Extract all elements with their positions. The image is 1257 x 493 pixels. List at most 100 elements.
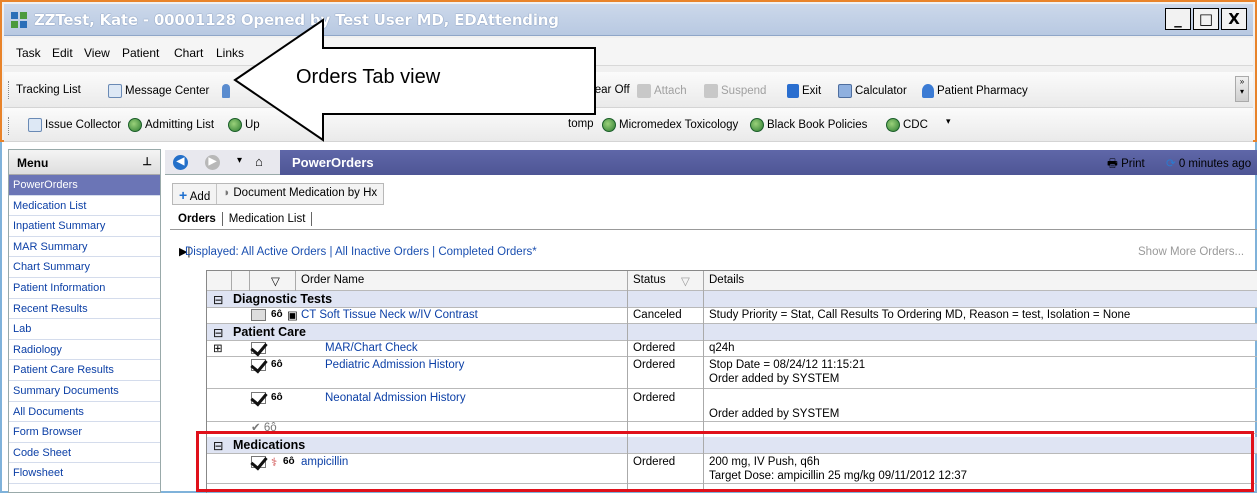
refresh-label: 0 minutes ago xyxy=(1178,158,1252,170)
sidebar-item-patient-information[interactable]: Patient Information xyxy=(9,278,160,299)
order-details-line2: Order added by SYSTEM xyxy=(709,408,840,420)
order-name[interactable]: Pediatric Admission History xyxy=(325,359,464,371)
table-row[interactable]: ⊞ MAR/Chart Check Ordered q24h xyxy=(207,341,1257,357)
collapse-icon[interactable]: ⊟ xyxy=(213,438,223,453)
menu-patient[interactable]: Patient xyxy=(122,46,159,60)
order-checkbox[interactable] xyxy=(251,456,266,471)
sidebar-item-summary-documents[interactable]: Summary Documents xyxy=(9,381,160,402)
tab-divider xyxy=(170,229,1257,230)
close-button[interactable]: X xyxy=(1221,8,1247,30)
order-details: Stop Date = 08/24/12 11:15:21 xyxy=(709,359,866,371)
patient-pharmacy-button[interactable]: Patient Pharmacy xyxy=(922,84,1028,98)
order-checkbox[interactable] xyxy=(251,309,266,324)
home-icon[interactable]: ⌂ xyxy=(255,154,263,169)
details-header[interactable]: Details xyxy=(709,274,744,286)
sidebar-item-patient-care-results[interactable]: Patient Care Results xyxy=(9,360,160,381)
forward-icon[interactable]: ▶ xyxy=(205,155,220,170)
toolbar-grip[interactable] xyxy=(8,81,11,99)
order-name[interactable]: MAR/Chart Check xyxy=(325,342,418,354)
message-center-button[interactable]: Message Center xyxy=(108,84,209,98)
cdc-button[interactable]: CDC xyxy=(886,118,928,132)
section-medications[interactable]: ⊟ Medications xyxy=(207,437,1257,454)
orders-tabs: Orders Medication List xyxy=(172,212,313,226)
order-status: Ordered xyxy=(633,392,676,404)
sidebar-item-flowsheet[interactable]: Flowsheet xyxy=(9,463,160,484)
tab-orders[interactable]: Orders xyxy=(172,212,223,226)
refresh-button[interactable]: ⟳ 0 minutes ago xyxy=(1166,156,1251,170)
collapse-icon[interactable]: ⊟ xyxy=(213,325,223,340)
plus-icon: + xyxy=(179,187,188,203)
toolbar-grip[interactable] xyxy=(8,117,11,135)
sidebar-item-all-documents[interactable]: All Documents xyxy=(9,402,160,423)
tab-medication-list[interactable]: Medication List xyxy=(223,212,313,226)
minimize-button[interactable]: _ xyxy=(1165,8,1191,30)
suspend-icon xyxy=(704,84,718,98)
attach-button[interactable]: Attach xyxy=(637,84,687,98)
sort-icon[interactable]: ▽ xyxy=(681,274,690,288)
table-row[interactable]: ⚕ 6ô ampicillin Ordered 200 mg, IV Push,… xyxy=(207,454,1257,484)
exit-button[interactable]: Exit xyxy=(787,84,821,98)
sidebar-item-radiology[interactable]: Radiology xyxy=(9,340,160,361)
toolbar-overflow-icon[interactable]: ▾ xyxy=(946,116,951,127)
expand-icon[interactable]: ⊞ xyxy=(213,341,223,355)
order-checkbox[interactable] xyxy=(251,392,266,407)
order-name-header[interactable]: Order Name xyxy=(301,274,364,286)
back-icon[interactable]: ◀ xyxy=(173,155,188,170)
black-book-button[interactable]: Black Book Policies xyxy=(750,118,867,132)
collapse-icon[interactable]: ⊟ xyxy=(213,292,223,307)
order-status: Ordered xyxy=(633,359,676,371)
menu-title: Menu xyxy=(17,156,49,170)
person-icon[interactable] xyxy=(222,84,230,98)
history-dropdown-icon[interactable]: ▾ xyxy=(237,155,242,166)
status-header[interactable]: Status xyxy=(633,274,666,286)
order-checkbox[interactable] xyxy=(251,342,266,357)
menu-chart[interactable]: Chart xyxy=(174,46,203,60)
table-row[interactable]: 6ô Pediatric Admission History Ordered S… xyxy=(207,357,1257,389)
suspend-label: Suspend xyxy=(721,85,767,97)
sidebar-item-recent-results[interactable]: Recent Results xyxy=(9,299,160,320)
document-medication-button[interactable]: ◗ Document Medication by Hx xyxy=(217,184,383,204)
glasses-icon: 6ô xyxy=(283,456,295,467)
print-button[interactable]: 🖶 Print xyxy=(1107,156,1145,175)
calculator-button[interactable]: Calculator xyxy=(838,84,907,98)
order-details: 200 mg, IV Push, q6h xyxy=(709,456,820,468)
order-checkbox[interactable] xyxy=(251,359,266,374)
table-row[interactable]: 6ô ▣ CT Soft Tissue Neck w/IV Contrast C… xyxy=(207,308,1257,324)
section-diagnostic-tests[interactable]: ⊟ Diagnostic Tests xyxy=(207,291,1257,308)
sidebar-item-mar-summary[interactable]: MAR Summary xyxy=(9,237,160,258)
message-icon xyxy=(108,84,122,98)
suspend-button[interactable]: Suspend xyxy=(704,84,766,98)
sidebar-item-powerorders[interactable]: PowerOrders xyxy=(9,175,160,196)
sidebar-item-code-sheet[interactable]: Code Sheet xyxy=(9,443,160,464)
sidebar-item-form-browser[interactable]: Form Browser xyxy=(9,422,160,443)
admitting-list-button[interactable]: Admitting List xyxy=(128,118,214,132)
displayed-filter-link[interactable]: Displayed: All Active Orders | All Inact… xyxy=(185,246,537,258)
order-name[interactable]: ampicillin xyxy=(301,456,348,468)
exit-label: Exit xyxy=(802,85,822,97)
order-name[interactable]: CT Soft Tissue Neck w/IV Contrast xyxy=(301,309,478,321)
micromedex-label: Micromedex Toxicology xyxy=(619,119,739,131)
sidebar-item-inpatient-summary[interactable]: Inpatient Summary xyxy=(9,216,160,237)
menu-task[interactable]: Task xyxy=(16,46,41,60)
sidebar-item-chart-summary[interactable]: Chart Summary xyxy=(9,257,160,278)
message-center-label: Message Center xyxy=(125,85,210,97)
filter-icon[interactable]: ▽ xyxy=(271,274,280,288)
show-more-orders-link[interactable]: Show More Orders... xyxy=(1138,246,1244,258)
section-patient-care[interactable]: ⊟ Patient Care xyxy=(207,324,1257,341)
sidebar-item-medication-list[interactable]: Medication List xyxy=(9,196,160,217)
issue-collector-button[interactable]: Issue Collector xyxy=(28,118,121,132)
menu-edit[interactable]: Edit xyxy=(52,46,73,60)
order-details-line2: Order added by SYSTEM xyxy=(709,373,840,385)
title-bar: ZZTest, Kate - 00001128 Opened by Test U… xyxy=(4,4,1253,36)
magnifier-icon xyxy=(602,118,616,132)
pin-icon[interactable]: ⊥ xyxy=(142,155,152,168)
add-order-button[interactable]: + Add xyxy=(173,184,218,204)
micromedex-button[interactable]: Micromedex Toxicology xyxy=(602,118,738,132)
menu-view[interactable]: View xyxy=(84,46,110,60)
toolbar-overflow-button[interactable]: » ▾ xyxy=(1235,76,1249,102)
table-row[interactable]: 6ô Neonatal Admission History Ordered Or… xyxy=(207,389,1257,422)
maximize-button[interactable]: □ xyxy=(1193,8,1219,30)
tracking-list-button[interactable]: Tracking List xyxy=(16,84,81,96)
order-name[interactable]: Neonatal Admission History xyxy=(325,392,466,404)
sidebar-item-lab[interactable]: Lab xyxy=(9,319,160,340)
